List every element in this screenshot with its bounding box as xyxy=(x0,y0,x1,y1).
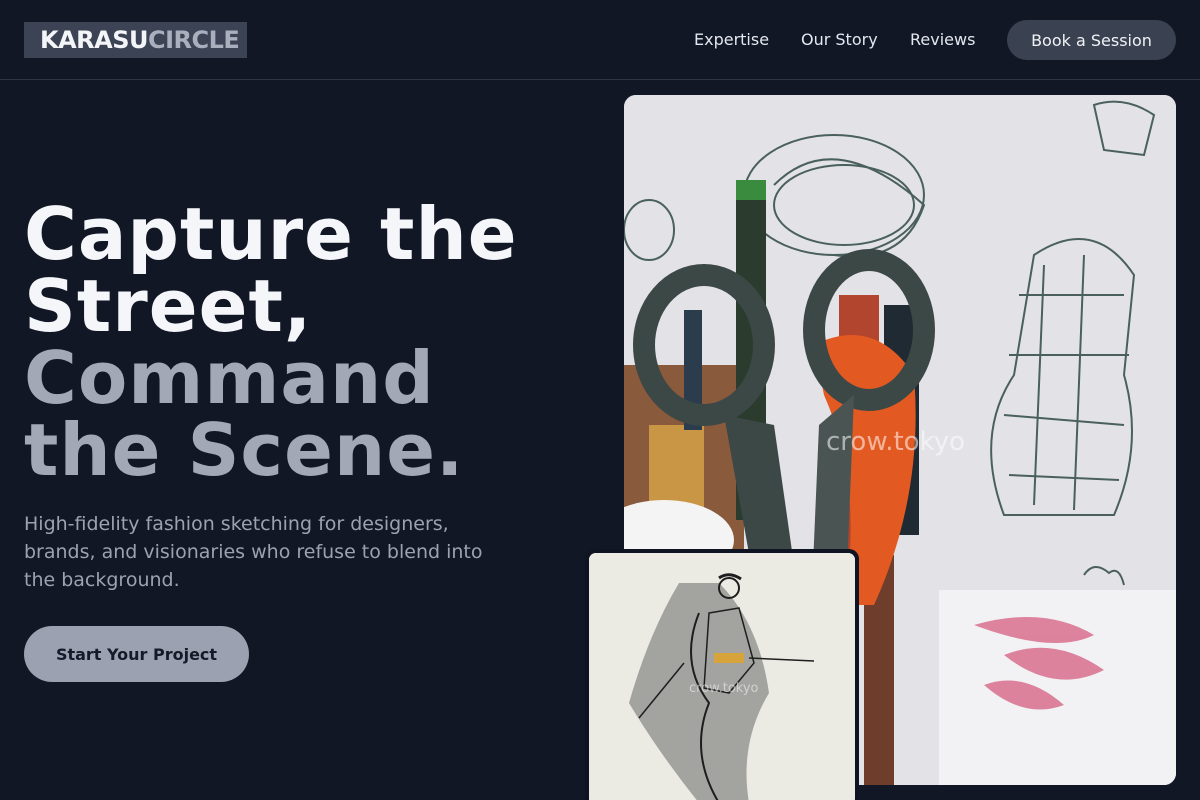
nav-link-expertise[interactable]: Expertise xyxy=(694,30,769,50)
nav-link-reviews[interactable]: Reviews xyxy=(910,30,975,50)
brand-logo-part2: CIRCLE xyxy=(148,26,240,54)
headline-line-1: Capture the xyxy=(24,192,518,276)
hero-headline: Capture the Street, Command the Scene. xyxy=(24,198,584,486)
hero-subtitle: High-fidelity fashion sketching for desi… xyxy=(24,513,483,591)
start-project-button[interactable]: Start Your Project xyxy=(24,626,249,682)
brand-logo[interactable]: KARASU CIRCLE xyxy=(24,22,247,58)
sketch-photo-watermark: crow.tokyo xyxy=(689,681,759,696)
headline-line-4: the Scene. xyxy=(24,408,465,492)
top-nav: KARASU CIRCLE Expertise Our Story Reviews… xyxy=(0,0,1200,80)
sketch-photo-card: crow.tokyo xyxy=(585,549,859,800)
fashion-sketch-art xyxy=(589,553,855,800)
headline-line-2: Street, xyxy=(24,264,313,348)
nav-link-our-story[interactable]: Our Story xyxy=(801,30,878,50)
sketch-photo-inner: crow.tokyo xyxy=(589,553,855,800)
brand-logo-part1: KARASU xyxy=(40,26,149,54)
main-photo-watermark: crow.tokyo xyxy=(826,427,965,457)
headline-line-3: Command xyxy=(24,336,435,420)
book-session-button[interactable]: Book a Session xyxy=(1007,20,1176,60)
